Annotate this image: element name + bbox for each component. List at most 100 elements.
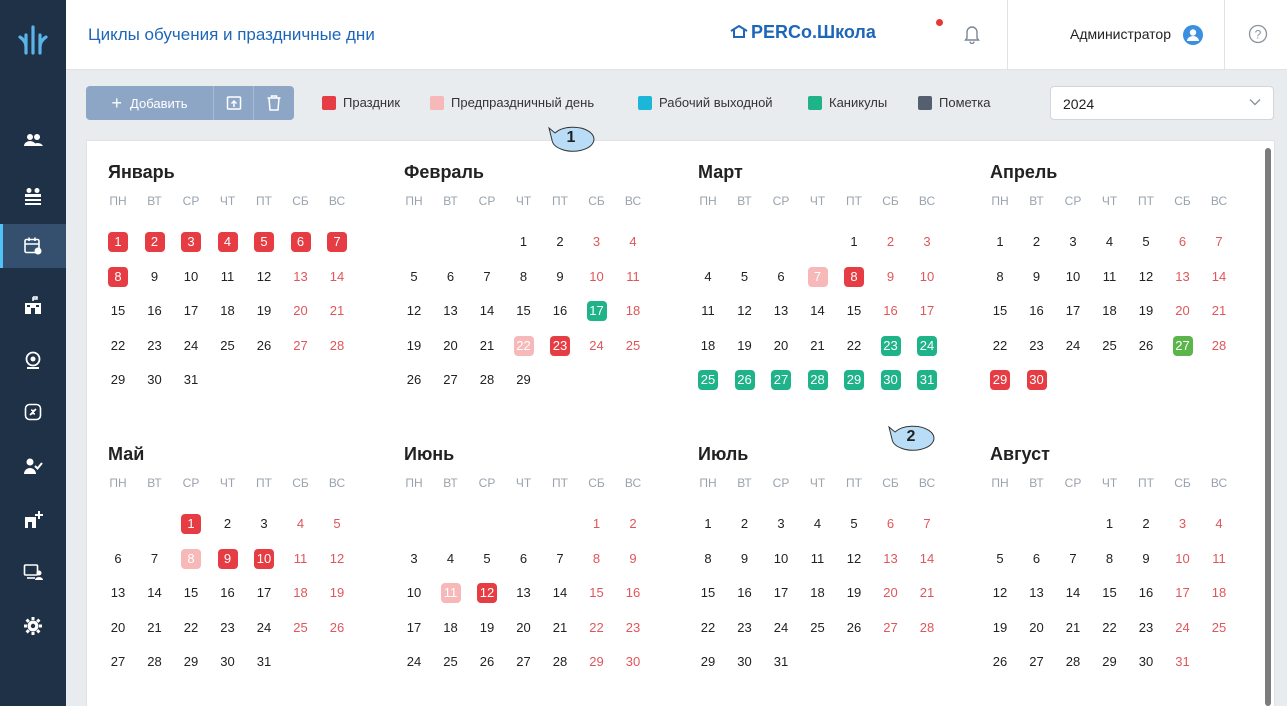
- calendar-day[interactable]: 17: [181, 301, 201, 321]
- calendar-day[interactable]: 21: [1209, 301, 1229, 321]
- calendar-day[interactable]: 20: [881, 583, 901, 603]
- calendar-day[interactable]: 13: [1173, 267, 1193, 287]
- calendar-day[interactable]: 4: [623, 232, 643, 252]
- calendar-day[interactable]: 15: [698, 583, 718, 603]
- calendar-day[interactable]: 27: [1027, 652, 1047, 672]
- calendar-day[interactable]: 13: [514, 583, 534, 603]
- calendar-day[interactable]: 2: [550, 232, 570, 252]
- calendar-day[interactable]: 1: [698, 514, 718, 534]
- calendar-day[interactable]: 2: [218, 514, 238, 534]
- calendar-day[interactable]: 28: [550, 652, 570, 672]
- calendar-day[interactable]: 10: [1063, 267, 1083, 287]
- calendar-day[interactable]: 27: [771, 370, 791, 390]
- calendar-day[interactable]: 31: [917, 370, 937, 390]
- calendar-day[interactable]: 14: [808, 301, 828, 321]
- calendar-day[interactable]: 9: [217, 548, 238, 569]
- calendar-day[interactable]: 31: [254, 652, 274, 672]
- calendar-day[interactable]: 6: [514, 549, 534, 569]
- calendar-day[interactable]: 7: [1063, 549, 1083, 569]
- calendar-day[interactable]: 22: [844, 336, 864, 356]
- calendar-day[interactable]: 11: [1209, 549, 1229, 569]
- calendar-day[interactable]: 7: [807, 266, 828, 287]
- calendar-day[interactable]: 17: [917, 301, 937, 321]
- calendar-day[interactable]: 18: [698, 336, 718, 356]
- calendar-day[interactable]: 23: [735, 618, 755, 638]
- calendar-day[interactable]: 19: [735, 336, 755, 356]
- calendar-day[interactable]: 21: [1063, 618, 1083, 638]
- calendar-day[interactable]: 4: [441, 549, 461, 569]
- user-name[interactable]: Администратор: [1070, 26, 1171, 42]
- calendar-day[interactable]: 16: [218, 583, 238, 603]
- sidebar-item-monitor-user[interactable]: [0, 550, 66, 594]
- calendar-day[interactable]: 15: [1100, 583, 1120, 603]
- calendar-day[interactable]: 6: [1173, 232, 1193, 252]
- calendar-day[interactable]: 5: [844, 514, 864, 534]
- calendar-day[interactable]: 8: [181, 548, 201, 569]
- calendar-day[interactable]: 22: [698, 618, 718, 638]
- calendar-day[interactable]: 27: [514, 652, 534, 672]
- calendar-day[interactable]: 25: [218, 336, 238, 356]
- calendar-day[interactable]: 10: [771, 549, 791, 569]
- sidebar-item-lock[interactable]: [0, 390, 66, 434]
- delete-button[interactable]: [254, 86, 294, 120]
- calendar-day[interactable]: 19: [990, 618, 1010, 638]
- calendar-day[interactable]: 28: [1063, 652, 1083, 672]
- calendar-day[interactable]: 8: [108, 266, 128, 287]
- calendar-day[interactable]: 4: [698, 267, 718, 287]
- calendar-day[interactable]: 26: [477, 652, 497, 672]
- sidebar-item-school[interactable]: [0, 284, 66, 328]
- calendar-day[interactable]: 30: [735, 652, 755, 672]
- calendar-day[interactable]: 21: [477, 336, 497, 356]
- calendar-day[interactable]: 8: [587, 549, 607, 569]
- calendar-day[interactable]: 17: [1063, 301, 1083, 321]
- sidebar-item-add-building[interactable]: [0, 498, 66, 542]
- user-avatar-icon[interactable]: [1182, 24, 1204, 51]
- calendar-day[interactable]: 11: [623, 267, 643, 287]
- calendar-day[interactable]: 15: [587, 583, 607, 603]
- calendar-day[interactable]: 19: [1136, 301, 1156, 321]
- calendar-day[interactable]: 18: [291, 583, 311, 603]
- calendar-day[interactable]: 18: [1100, 301, 1120, 321]
- calendar-day[interactable]: 22: [1100, 618, 1120, 638]
- calendar-day[interactable]: 24: [771, 618, 791, 638]
- calendar-day[interactable]: 24: [1173, 618, 1193, 638]
- calendar-day[interactable]: 7: [550, 549, 570, 569]
- calendar-day[interactable]: 20: [514, 618, 534, 638]
- calendar-day[interactable]: 7: [917, 514, 937, 534]
- calendar-day[interactable]: 12: [327, 549, 347, 569]
- calendar-day[interactable]: 10: [587, 267, 607, 287]
- calendar-day[interactable]: 13: [441, 301, 461, 321]
- calendar-day[interactable]: 29: [844, 370, 864, 390]
- calendar-day[interactable]: 8: [990, 267, 1010, 287]
- calendar-day[interactable]: 27: [108, 652, 128, 672]
- calendar-day[interactable]: 25: [623, 336, 643, 356]
- calendar-day[interactable]: 18: [441, 618, 461, 638]
- calendar-day[interactable]: 12: [844, 549, 864, 569]
- add-button[interactable]: + Добавить: [86, 86, 214, 120]
- calendar-day[interactable]: 29: [990, 370, 1010, 390]
- calendar-day[interactable]: 15: [181, 583, 201, 603]
- calendar-day[interactable]: 12: [1136, 267, 1156, 287]
- sidebar-item-calendar[interactable]: [0, 224, 66, 268]
- calendar-day[interactable]: 14: [145, 583, 165, 603]
- calendar-day[interactable]: 22: [108, 336, 128, 356]
- calendar-day[interactable]: 30: [145, 370, 165, 390]
- calendar-day[interactable]: 26: [1136, 336, 1156, 356]
- sidebar-item-gear[interactable]: [0, 604, 66, 648]
- calendar-day[interactable]: 30: [1136, 652, 1156, 672]
- calendar-day[interactable]: 2: [1136, 514, 1156, 534]
- calendar-day[interactable]: 27: [1172, 335, 1193, 356]
- calendar-day[interactable]: 26: [254, 336, 274, 356]
- calendar-day[interactable]: 8: [1100, 549, 1120, 569]
- calendar-day[interactable]: 23: [880, 335, 901, 356]
- calendar-day[interactable]: 6: [881, 514, 901, 534]
- calendar-day[interactable]: 29: [587, 652, 607, 672]
- calendar-day[interactable]: 1: [844, 232, 864, 252]
- bell-icon[interactable]: [964, 24, 980, 49]
- calendar-day[interactable]: 19: [254, 301, 274, 321]
- calendar-day[interactable]: 23: [623, 618, 643, 638]
- calendar-day[interactable]: 5: [477, 549, 497, 569]
- calendar-day[interactable]: 20: [771, 336, 791, 356]
- calendar-day[interactable]: 20: [441, 336, 461, 356]
- calendar-day[interactable]: 21: [808, 336, 828, 356]
